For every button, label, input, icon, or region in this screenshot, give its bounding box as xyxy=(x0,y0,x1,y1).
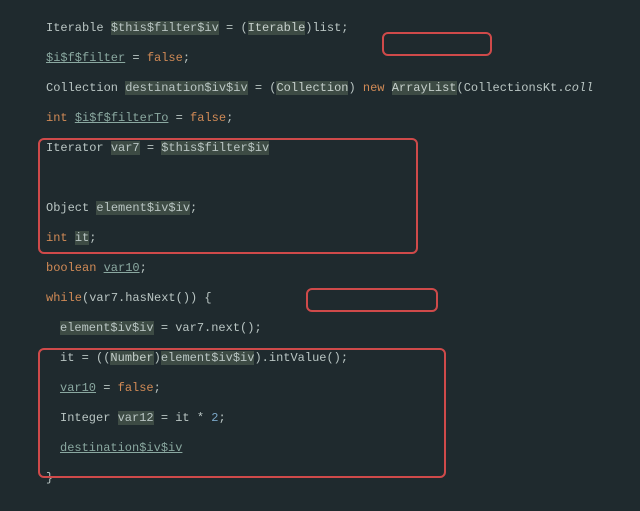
code-line: Iterable $this$filter$iv = (Iterable)lis… xyxy=(4,21,636,36)
code-line: int it; xyxy=(4,231,636,246)
code-line: Object element$iv$iv; xyxy=(4,201,636,216)
code-line: Collection destination$iv$iv = (Collecti… xyxy=(4,81,636,96)
code-line: it = ((Number)element$iv$iv).intValue(); xyxy=(4,351,636,366)
code-line: var10 = false; xyxy=(4,381,636,396)
code-line: int $i$f$filterTo = false; xyxy=(4,111,636,126)
code-line: boolean var10; xyxy=(4,261,636,276)
code-editor[interactable]: Iterable $this$filter$iv = (Iterable)lis… xyxy=(0,0,640,511)
blank-line xyxy=(4,171,636,186)
code-line: } xyxy=(4,471,636,486)
code-line: Integer var12 = it * 2; xyxy=(4,411,636,426)
code-line: element$iv$iv = var7.next(); xyxy=(4,321,636,336)
code-line: Iterator var7 = $this$filter$iv xyxy=(4,141,636,156)
code-line: destination$iv$iv xyxy=(4,441,636,456)
blank-line xyxy=(4,501,636,511)
code-line: while(var7.hasNext()) { xyxy=(4,291,636,306)
code-line: $i$f$filter = false; xyxy=(4,51,636,66)
